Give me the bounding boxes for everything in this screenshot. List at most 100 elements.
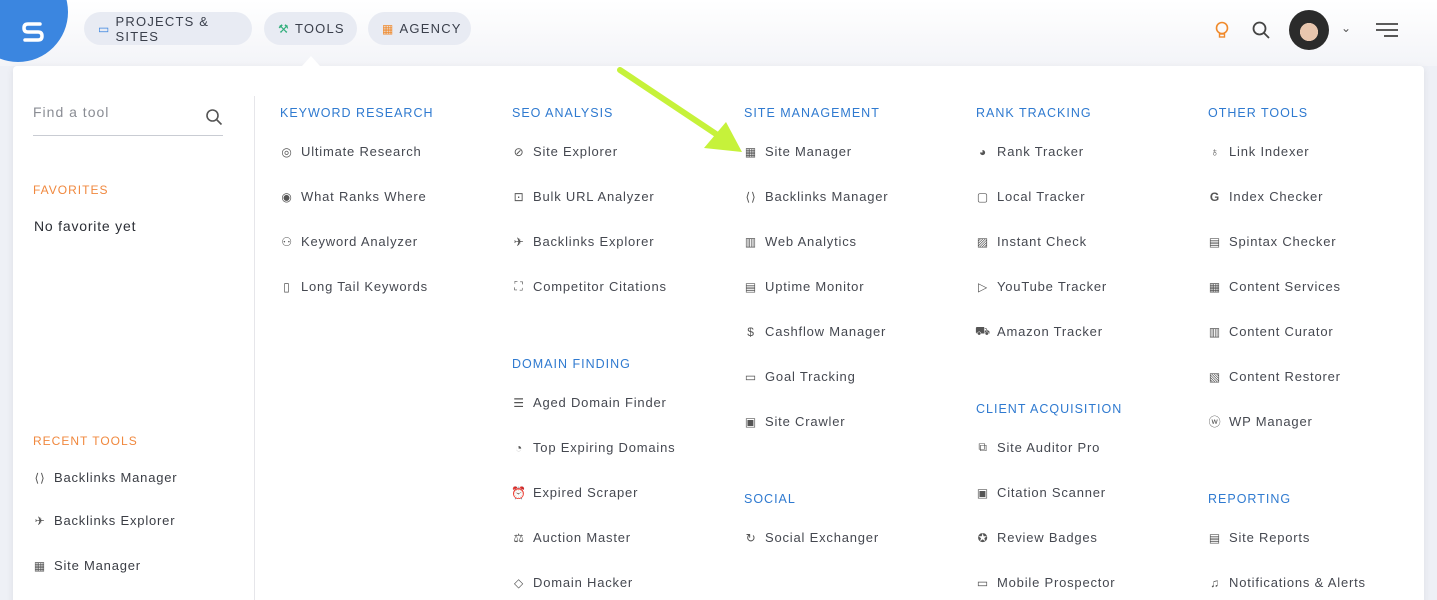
tool-citation-scanner[interactable]: ▣ Citation Scanner (976, 485, 1106, 500)
hamburger-menu-icon[interactable] (1376, 22, 1398, 43)
link-explorer-icon: ✈ (513, 234, 525, 249)
cart-icon: ⛟ (975, 323, 991, 338)
tool-competitor-citations[interactable]: ⛶ Competitor Citations (512, 279, 667, 294)
file-icon: ▯ (283, 279, 291, 294)
avatar[interactable] (1289, 10, 1329, 50)
scanner-icon: ▣ (976, 485, 990, 500)
tool-link-indexer[interactable]: ♁ Link Indexer (1208, 144, 1309, 159)
diamond-icon: ◇ (513, 575, 525, 590)
logo-icon (22, 22, 44, 42)
tool-backlinks-manager[interactable]: ⟨⟩ Backlinks Manager (744, 189, 888, 204)
tool-local-tracker[interactable]: ▢ Local Tracker (976, 189, 1085, 204)
tool-label: Keyword Analyzer (301, 234, 418, 249)
tool-label: Goal Tracking (765, 369, 856, 384)
google-icon: G (1209, 189, 1221, 204)
nav-agency[interactable]: ▦ AGENCY (368, 12, 471, 45)
find-tool-search[interactable] (33, 100, 223, 136)
tool-label: Link Indexer (1229, 144, 1310, 159)
tool-uptime-monitor[interactable]: ▤ Uptime Monitor (744, 279, 864, 294)
tool-aged-domain-finder[interactable]: ☰ Aged Domain Finder (512, 395, 667, 410)
tool-site-auditor-pro[interactable]: ⧉ Site Auditor Pro (976, 440, 1100, 455)
tool-mobile-prospector[interactable]: ▭ Mobile Prospector (976, 575, 1115, 590)
search-icon[interactable] (1251, 20, 1271, 45)
tool-label: Site Reports (1229, 530, 1311, 545)
tool-top-expiring-domains[interactable]: ◔ Top Expiring Domains (512, 440, 675, 455)
tool-bulk-url-analyzer[interactable]: ⊡ Bulk URL Analyzer (512, 189, 655, 204)
tool-expired-scraper[interactable]: ⏰ Expired Scraper (511, 485, 638, 500)
youtube-icon: ▷ (977, 279, 989, 294)
tool-goal-tracking[interactable]: ▭ Goal Tracking (744, 369, 856, 384)
section-title-social: SOCIAL (744, 492, 796, 506)
tool-label: Bulk URL Analyzer (533, 189, 655, 204)
tool-web-analytics[interactable]: ▥ Web Analytics (744, 234, 857, 249)
target-icon: ◎ (281, 144, 293, 159)
recent-tool-item[interactable]: ✈ Backlinks Explorer (33, 513, 175, 528)
tool-label: Auction Master (533, 530, 631, 545)
nav-tools[interactable]: ⚒ TOOLS (264, 12, 357, 45)
tool-label: Social Exchanger (765, 530, 879, 545)
tool-site-crawler[interactable]: ▣ Site Crawler (744, 414, 845, 429)
bell-icon: ♫ (1210, 575, 1220, 590)
recent-tool-item[interactable]: ▦ Site Manager (33, 558, 141, 573)
recent-tool-label: Backlinks Explorer (54, 513, 176, 528)
tool-backlinks-explorer[interactable]: ✈ Backlinks Explorer (512, 234, 654, 249)
tool-cashflow-manager[interactable]: $ Cashflow Manager (744, 324, 886, 339)
tool-notifications-alerts[interactable]: ♫ Notifications & Alerts (1208, 575, 1366, 590)
tool-social-exchanger[interactable]: ↻ Social Exchanger (744, 530, 879, 545)
wordpress-icon: ⓦ (1208, 415, 1222, 429)
restore-icon: ▧ (1208, 369, 1222, 384)
recent-tool-item[interactable]: ⟨⟩ Backlinks Manager (33, 470, 177, 485)
indexer-icon: ♁ (1210, 144, 1220, 159)
grid-icon: ▦ (33, 558, 47, 573)
tool-site-explorer[interactable]: ⊘ Site Explorer (512, 144, 618, 159)
tool-index-checker[interactable]: G Index Checker (1208, 189, 1323, 204)
nav-projects-sites[interactable]: ▭ PROJECTS & SITES (84, 12, 252, 45)
tool-label: Rank Tracker (997, 144, 1084, 159)
users-frame-icon: ⛶ (514, 279, 524, 293)
tool-rank-tracker[interactable]: ◕ Rank Tracker (976, 144, 1084, 159)
gavel-icon: ⚖ (513, 530, 525, 545)
tool-content-restorer[interactable]: ▧ Content Restorer (1208, 369, 1341, 384)
timer-icon: ◔ (514, 440, 524, 455)
tool-content-curator[interactable]: ▥ Content Curator (1208, 324, 1334, 339)
tool-review-badges[interactable]: ✪ Review Badges (976, 530, 1098, 545)
tool-label: Backlinks Explorer (533, 234, 655, 249)
tool-label: Spintax Checker (1229, 234, 1337, 249)
tool-label: Ultimate Research (301, 144, 422, 159)
briefcase-icon: ▭ (98, 21, 111, 36)
link-explorer-icon: ✈ (34, 513, 46, 528)
tool-keyword-analyzer[interactable]: ⚇ Keyword Analyzer (280, 234, 418, 249)
search-icon[interactable] (205, 108, 223, 131)
lightbulb-icon[interactable] (1215, 21, 1229, 44)
tool-amazon-tracker[interactable]: ⛟ Amazon Tracker (975, 323, 1103, 340)
dollar-icon: $ (747, 324, 755, 339)
tool-label: Site Crawler (765, 414, 846, 429)
tool-youtube-tracker[interactable]: ▷ YouTube Tracker (976, 279, 1107, 294)
tool-long-tail-keywords[interactable]: ▯ Long Tail Keywords (280, 279, 428, 294)
find-tool-input[interactable] (33, 100, 193, 122)
tool-spintax-checker[interactable]: ▤ Spintax Checker (1208, 234, 1336, 249)
tool-label: Uptime Monitor (765, 279, 865, 294)
tool-what-ranks-where[interactable]: ◉ What Ranks Where (280, 189, 427, 204)
building-icon: ▦ (382, 21, 395, 36)
sidebar-divider (254, 96, 255, 600)
tool-site-reports[interactable]: ▤ Site Reports (1208, 530, 1310, 545)
favorites-title: FAVORITES (33, 183, 109, 197)
tool-domain-hacker[interactable]: ◇ Domain Hacker (512, 575, 633, 590)
tool-instant-check[interactable]: ▨ Instant Check (976, 234, 1087, 249)
tool-label: Notifications & Alerts (1229, 575, 1366, 590)
tool-auction-master[interactable]: ⚖ Auction Master (512, 530, 631, 545)
chevron-down-icon[interactable]: ⌄ (1341, 21, 1351, 35)
tool-wp-manager[interactable]: ⓦ WP Manager (1208, 414, 1313, 429)
tool-site-manager[interactable]: ▦ Site Manager (744, 144, 852, 159)
mobile-icon: ▭ (976, 575, 990, 590)
monitor-icon: ▤ (744, 279, 758, 294)
tool-content-services[interactable]: ▦ Content Services (1208, 279, 1341, 294)
people-icon: ⚇ (281, 234, 293, 249)
section-title-other-tools: OTHER TOOLS (1208, 106, 1309, 120)
rank-icon: ◕ (978, 144, 988, 159)
tool-ultimate-research[interactable]: ◎ Ultimate Research (280, 144, 422, 159)
curator-icon: ▥ (1208, 324, 1222, 339)
tool-label: Index Checker (1229, 189, 1324, 204)
refresh-icon: ↻ (745, 530, 757, 545)
